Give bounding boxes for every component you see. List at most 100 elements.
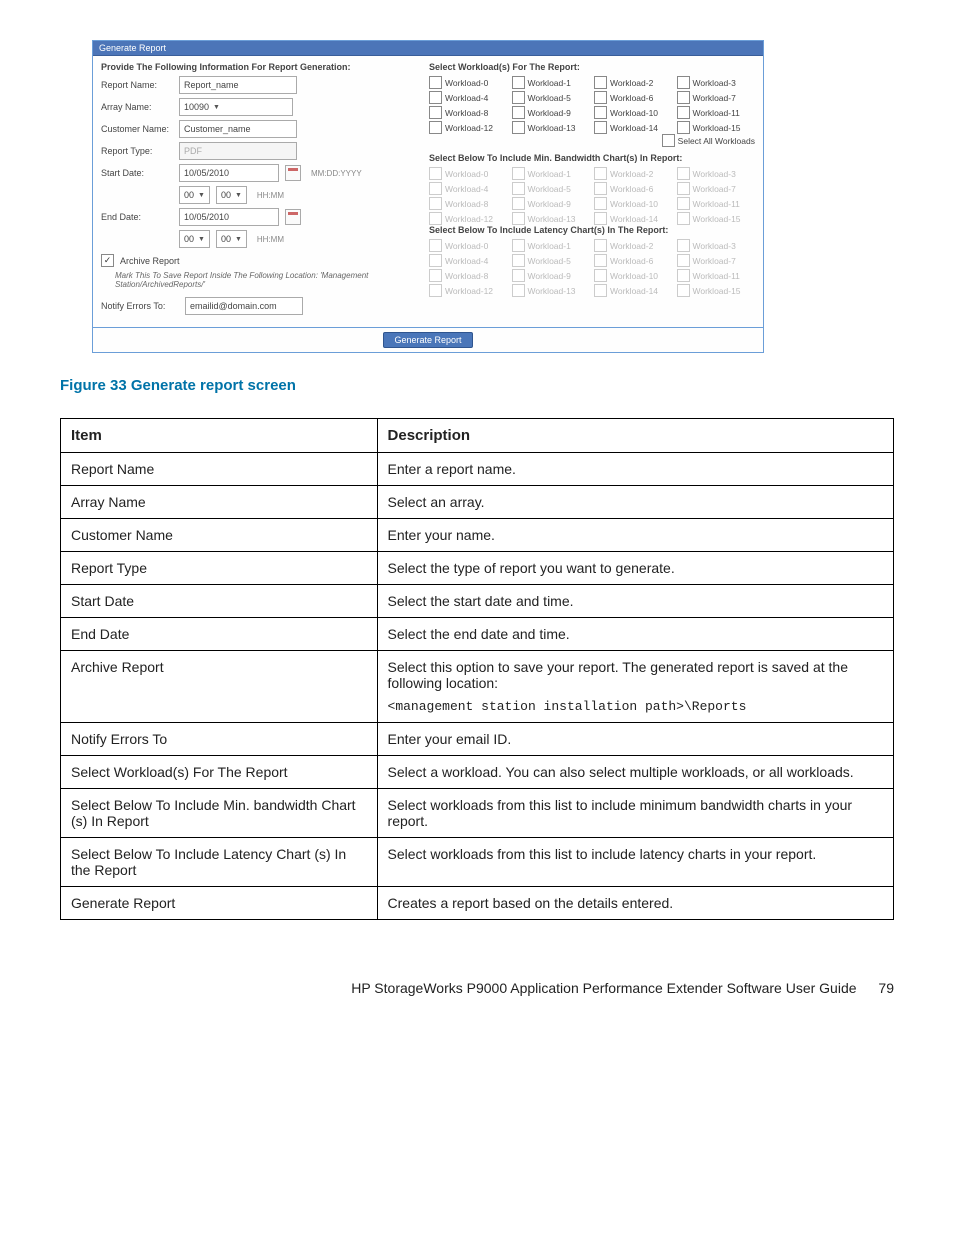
th-desc: Description	[377, 419, 893, 453]
workload-item: Workload-4	[429, 182, 508, 195]
checkbox-workload	[512, 269, 525, 282]
left-heading: Provide The Following Information For Re…	[101, 62, 411, 72]
label-archive-report: Archive Report	[120, 256, 180, 266]
hint-date-format: MM:DD:YYYY	[311, 169, 362, 178]
dropdown-end-mm[interactable]: 00▼	[216, 230, 247, 248]
table-row: Select Workload(s) For The ReportSelect …	[61, 756, 894, 789]
cell-desc: Enter your name.	[377, 519, 893, 552]
workload-item: Workload-4	[429, 91, 508, 104]
checkbox-workload	[677, 269, 690, 282]
checkbox-workload	[677, 284, 690, 297]
checkbox-workload[interactable]	[594, 91, 607, 104]
workload-label: Workload-9	[528, 108, 571, 118]
input-report-name[interactable]: Report_name	[179, 76, 297, 94]
input-notify[interactable]: emailid@domain.com	[185, 297, 303, 315]
input-customer-name[interactable]: Customer_name	[179, 120, 297, 138]
input-end-date[interactable]: 10/05/2010	[179, 208, 279, 226]
workload-item: Workload-2	[594, 167, 673, 180]
cell-item: Select Below To Include Latency Chart (s…	[61, 838, 378, 887]
hint-time-format: HH:MM	[257, 191, 284, 200]
checkbox-workload[interactable]	[677, 121, 690, 134]
cell-item: Select Below To Include Min. bandwidth C…	[61, 789, 378, 838]
checkbox-select-all[interactable]	[662, 134, 675, 147]
checkbox-workload	[594, 167, 607, 180]
cell-item: Start Date	[61, 585, 378, 618]
calendar-icon[interactable]	[285, 165, 301, 181]
workload-item: Workload-14	[594, 284, 673, 297]
workload-label: Workload-9	[528, 199, 571, 209]
workload-label: Workload-8	[445, 271, 488, 281]
checkbox-workload[interactable]	[512, 106, 525, 119]
checkbox-workload[interactable]	[429, 121, 442, 134]
archive-note: Mark This To Save Report Inside The Foll…	[115, 271, 411, 289]
label-notify: Notify Errors To:	[101, 301, 179, 311]
table-row: Array NameSelect an array.	[61, 486, 894, 519]
workload-label: Workload-14	[610, 214, 658, 224]
workload-label: Workload-6	[610, 93, 653, 103]
checkbox-workload[interactable]	[512, 91, 525, 104]
checkbox-workload[interactable]	[594, 121, 607, 134]
workload-item: Workload-15	[677, 121, 756, 134]
calendar-icon[interactable]	[285, 209, 301, 225]
workload-item: Workload-13	[512, 284, 591, 297]
cell-item: Array Name	[61, 486, 378, 519]
table-row: Start DateSelect the start date and time…	[61, 585, 894, 618]
checkbox-workload[interactable]	[429, 91, 442, 104]
checkbox-workload	[512, 212, 525, 225]
cell-item: Customer Name	[61, 519, 378, 552]
workload-label: Workload-15	[693, 214, 741, 224]
table-row: Select Below To Include Min. bandwidth C…	[61, 789, 894, 838]
dropdown-start-hh[interactable]: 00▼	[179, 186, 210, 204]
workload-item: Workload-5	[512, 91, 591, 104]
workload-item: Workload-10	[594, 106, 673, 119]
checkbox-workload	[512, 182, 525, 195]
checkbox-workload	[677, 239, 690, 252]
input-start-date[interactable]: 10/05/2010	[179, 164, 279, 182]
checkbox-archive-report[interactable]: ✓	[101, 254, 114, 267]
workload-label: Workload-11	[693, 108, 740, 118]
workload-item: Workload-0	[429, 76, 508, 89]
dialog-title: Generate Report	[93, 41, 763, 56]
checkbox-workload[interactable]	[512, 121, 525, 134]
workload-item: Workload-9	[512, 197, 591, 210]
generate-report-button[interactable]: Generate Report	[383, 332, 472, 348]
workload-item: Workload-4	[429, 254, 508, 267]
checkbox-workload[interactable]	[429, 106, 442, 119]
workload-label: Workload-15	[693, 123, 741, 133]
workload-label: Workload-14	[610, 286, 658, 296]
checkbox-workload	[429, 212, 442, 225]
chevron-down-icon: ▼	[198, 192, 205, 199]
cell-desc: Select a workload. You can also select m…	[377, 756, 893, 789]
checkbox-workload	[429, 254, 442, 267]
checkbox-workload[interactable]	[677, 91, 690, 104]
workload-grid-report: Workload-0Workload-1Workload-2Workload-3…	[429, 76, 755, 134]
dropdown-array-name[interactable]: 10090 ▼	[179, 98, 293, 116]
workload-item: Workload-10	[594, 197, 673, 210]
workload-label: Workload-3	[693, 241, 736, 251]
checkbox-workload[interactable]	[429, 76, 442, 89]
workload-item: Workload-1	[512, 239, 591, 252]
cell-item: End Date	[61, 618, 378, 651]
chevron-down-icon: ▼	[235, 236, 242, 243]
checkbox-workload[interactable]	[677, 76, 690, 89]
workload-item: Workload-11	[677, 197, 756, 210]
workload-item: Workload-5	[512, 182, 591, 195]
dropdown-end-hh[interactable]: 00▼	[179, 230, 210, 248]
checkbox-workload[interactable]	[594, 76, 607, 89]
cell-desc: Select workloads from this list to inclu…	[377, 789, 893, 838]
checkbox-workload[interactable]	[594, 106, 607, 119]
workload-label: Workload-6	[610, 256, 653, 266]
checkbox-workload[interactable]	[677, 106, 690, 119]
cell-desc: Enter a report name.	[377, 453, 893, 486]
dropdown-start-mm[interactable]: 00▼	[216, 186, 247, 204]
checkbox-workload	[594, 197, 607, 210]
workload-item: Workload-2	[594, 76, 673, 89]
checkbox-workload	[512, 254, 525, 267]
cell-desc: Select workloads from this list to inclu…	[377, 838, 893, 887]
workload-label: Workload-3	[693, 78, 736, 88]
dropdown-array-value: 10090	[184, 102, 209, 112]
checkbox-workload[interactable]	[512, 76, 525, 89]
description-table: Item Description Report NameEnter a repo…	[60, 418, 894, 920]
workload-grid-bandwidth: Workload-0Workload-1Workload-2Workload-3…	[429, 167, 755, 225]
workload-item: Workload-6	[594, 182, 673, 195]
